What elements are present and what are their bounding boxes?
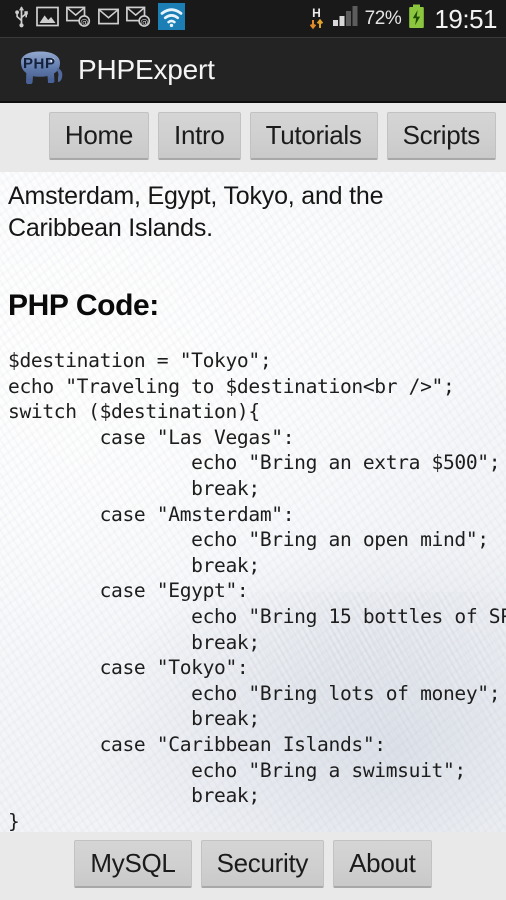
status-bar: @ @ H 72% 19:51 xyxy=(0,0,506,38)
svg-text:H: H xyxy=(312,6,321,20)
bottom-navigation-bar: MySQL Security About xyxy=(0,832,506,900)
app-title-bar: P H P PHPExpert xyxy=(0,38,506,101)
svg-text:P: P xyxy=(45,55,55,72)
svg-text:@: @ xyxy=(140,17,148,26)
app-title-label: PHPExpert xyxy=(78,53,215,85)
nav-button-scripts[interactable]: Scripts xyxy=(386,112,496,160)
status-bar-notification-icons: @ @ xyxy=(14,2,308,35)
battery-charging-icon xyxy=(408,4,425,34)
nav-button-intro[interactable]: Intro xyxy=(158,112,241,160)
php-code-heading: PHP Code: xyxy=(8,289,159,322)
nav-button-mysql[interactable]: MySQL xyxy=(74,840,192,888)
intro-paragraph: Amsterdam, Egypt, Tokyo, and the Caribbe… xyxy=(8,182,384,242)
nav-button-tutorials[interactable]: Tutorials xyxy=(249,112,378,160)
php-elephant-logo-icon: P H P xyxy=(14,49,66,91)
envelope-icon xyxy=(98,6,119,32)
top-navigation-bar: Home Intro Tutorials Scripts xyxy=(0,101,506,172)
svg-text:@: @ xyxy=(80,17,88,26)
nav-button-home[interactable]: Home xyxy=(48,112,150,160)
status-bar-system-icons: H 72% 19:51 xyxy=(308,4,497,34)
network-type-hspa-icon: H xyxy=(308,6,325,32)
php-code-block: $destination = "Tokyo"; echo "Traveling … xyxy=(8,349,506,832)
svg-text:H: H xyxy=(34,55,45,72)
svg-text:P: P xyxy=(23,55,33,72)
wifi-icon xyxy=(158,2,185,35)
nav-button-about[interactable]: About xyxy=(333,840,432,888)
battery-percent-label: 72% xyxy=(364,7,402,29)
usb-icon xyxy=(14,4,29,33)
image-icon xyxy=(36,6,59,32)
email-at-icon: @ xyxy=(66,6,91,32)
signal-bars-icon xyxy=(332,5,358,32)
email-at-icon-2: @ xyxy=(126,6,151,32)
nav-button-security[interactable]: Security xyxy=(200,840,325,888)
main-content-scroll-area[interactable]: Amsterdam, Egypt, Tokyo, and the Caribbe… xyxy=(0,172,506,832)
clock-label: 19:51 xyxy=(434,3,497,34)
